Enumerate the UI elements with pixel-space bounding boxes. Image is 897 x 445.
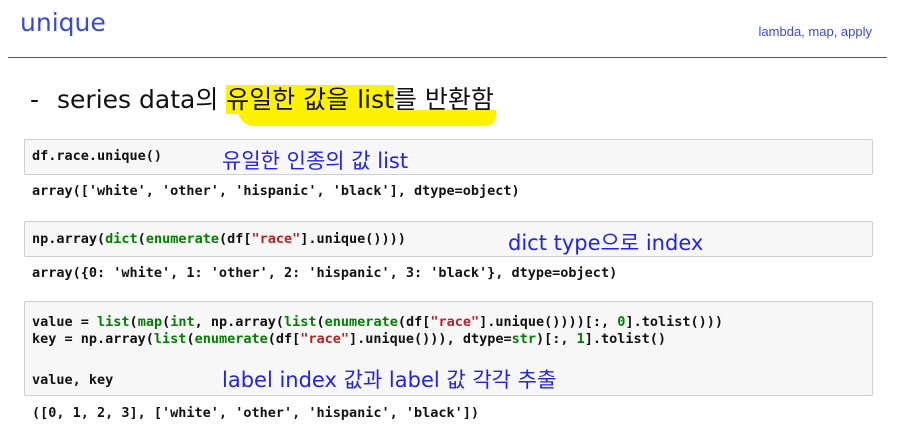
annotation-2: dict type으로 index: [508, 231, 704, 255]
output-2: array({0: 'white', 1: 'other', 2: 'hispa…: [32, 265, 618, 281]
bullet-text-highlight: 유일한 값을 list: [226, 85, 394, 114]
bullet-text-end: 를 반환함: [393, 85, 494, 114]
output-3: ([0, 1, 2, 3], ['white', 'other', 'hispa…: [32, 405, 480, 421]
bullet-line: - series data의 유일한 값을 list를 반환함: [30, 80, 494, 116]
output-1: array(['white', 'other', 'hispanic', 'bl…: [32, 183, 520, 199]
page-title: unique: [20, 8, 106, 37]
annotation-1: 유일한 인종의 값 list: [222, 149, 409, 173]
code-cell-3-line-3: value, key: [32, 372, 114, 388]
annotation-3: label index 값과 label 값 각각 추출: [222, 368, 557, 392]
header-divider: [8, 57, 887, 58]
bullet-dash: -: [30, 85, 40, 114]
code-cell-1-source: df.race.unique(): [32, 148, 163, 164]
code-cell-2-source: np.array(dict(enumerate(df["race"].uniqu…: [32, 231, 406, 247]
bullet-text-plain: series data의: [57, 85, 227, 114]
topic-tag: lambda, map, apply: [758, 24, 872, 39]
code-cell-3-line-1: value = list(map(int, np.array(list(enum…: [32, 314, 723, 330]
code-cell-3-line-2: key = np.array(list(enumerate(df["race"]…: [32, 331, 667, 347]
